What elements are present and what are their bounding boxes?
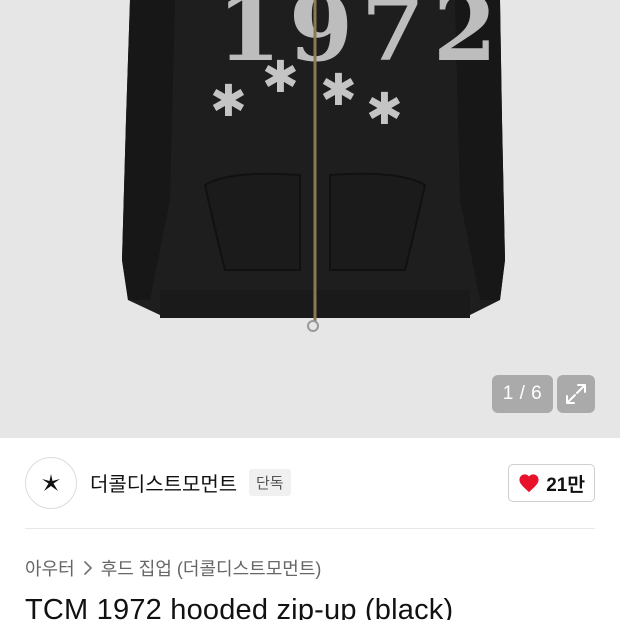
- print-text-1972: 1972: [217, 0, 505, 82]
- svg-text:✱: ✱: [366, 84, 403, 135]
- breadcrumb-item-outer[interactable]: 아우터: [25, 555, 75, 581]
- breadcrumb-item-hood-zipup[interactable]: 후드 집업 (더콜디스트모먼트): [101, 555, 322, 581]
- expand-button[interactable]: [557, 375, 595, 413]
- brand-logo[interactable]: [25, 457, 77, 509]
- like-count: 21만: [546, 474, 585, 496]
- brand-name[interactable]: 더콜디스트모먼트: [90, 468, 237, 497]
- chevron-right-icon: [83, 561, 92, 575]
- breadcrumb: 아우터 후드 집업 (더콜디스트모먼트): [25, 555, 321, 581]
- like-button[interactable]: 21만: [508, 464, 595, 502]
- product-title: TCM 1972 hooded zip-up (black): [25, 594, 454, 620]
- brand-row: 더콜디스트모먼트 단독 21만: [0, 438, 620, 528]
- heart-icon: [519, 474, 539, 493]
- svg-text:✱: ✱: [210, 76, 247, 127]
- svg-text:✱: ✱: [262, 52, 299, 103]
- exclusive-badge: 단독: [249, 469, 291, 496]
- svg-text:✱: ✱: [320, 65, 357, 116]
- product-image-carousel[interactable]: 1972 ✱ ✱ ✱ ✱ 1 / 6: [0, 0, 620, 438]
- image-pager: 1 / 6: [492, 375, 553, 413]
- product-image: 1972 ✱ ✱ ✱ ✱: [122, 0, 505, 332]
- star-logo-icon: [42, 474, 60, 491]
- expand-icon: [566, 384, 586, 404]
- divider: [25, 528, 595, 529]
